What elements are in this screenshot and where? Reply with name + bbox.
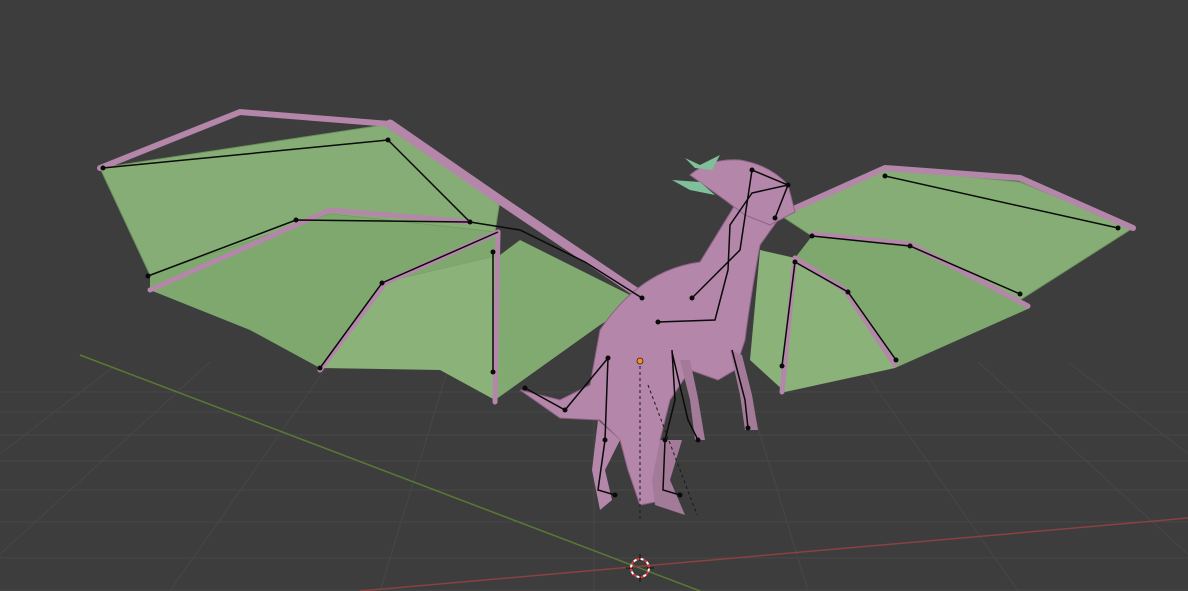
3d-viewport[interactable] [0,0,1188,591]
viewport-canvas[interactable] [0,0,1188,591]
left-wing [97,108,650,405]
x-axis-line [359,517,1188,591]
right-wing [750,164,1136,395]
object-origin-dot[interactable] [636,357,644,365]
